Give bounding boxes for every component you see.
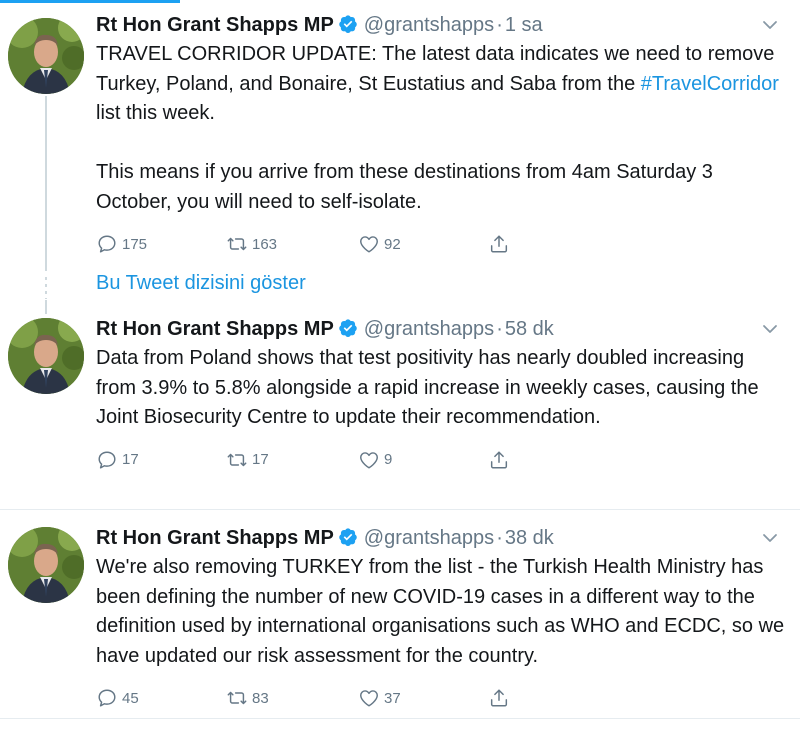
tweet-text: We're also removing TURKEY from the list…	[96, 556, 790, 667]
author-handle[interactable]: @grantshapps	[364, 14, 494, 36]
active-tab-indicator	[0, 0, 180, 3]
like-button[interactable]: 37	[358, 683, 401, 713]
reply-count: 175	[122, 235, 148, 253]
share-button[interactable]	[488, 683, 514, 713]
verified-badge-icon	[338, 318, 358, 338]
reply-icon	[96, 449, 118, 471]
like-count: 37	[384, 689, 401, 707]
reply-count: 17	[122, 451, 139, 468]
tweet-actions: 17 17 9	[96, 445, 786, 475]
chevron-down-icon[interactable]	[760, 10, 780, 40]
tweet-divider	[0, 718, 800, 719]
chevron-down-icon[interactable]	[760, 523, 780, 553]
separator-dot: ·	[496, 14, 503, 36]
author-name[interactable]: Rt Hon Grant Shapps MP	[96, 318, 334, 340]
verified-badge-icon	[338, 527, 358, 547]
tweet-text: Data from Poland shows that test positiv…	[96, 347, 765, 428]
retweet-count: 83	[252, 689, 269, 707]
tweet-actions: 175 163 92	[96, 229, 786, 259]
heart-icon	[358, 687, 380, 709]
retweet-button[interactable]: 17	[226, 445, 269, 475]
author-handle[interactable]: @grantshapps	[364, 527, 494, 549]
share-icon	[488, 449, 510, 471]
reply-count: 45	[122, 689, 139, 707]
retweet-icon	[226, 233, 248, 255]
tweet-header: Rt Hon Grant Shapps MP @grantshapps · 38 dk	[96, 523, 786, 553]
reply-button[interactable]: 175	[96, 229, 147, 259]
retweet-count: 17	[252, 451, 269, 468]
like-button[interactable]: 9	[358, 445, 392, 475]
reply-button[interactable]: 17	[96, 445, 139, 475]
share-button[interactable]	[488, 229, 514, 259]
profile-photo	[8, 318, 84, 394]
thread-connector-line	[45, 96, 47, 271]
like-count: 92	[384, 235, 401, 253]
reply-icon	[96, 687, 118, 709]
reply-button[interactable]: 45	[96, 683, 139, 713]
separator-dot: ·	[496, 318, 503, 340]
timestamp[interactable]: 1 sa	[505, 14, 543, 36]
separator-dot: ·	[496, 527, 503, 549]
retweet-icon	[226, 687, 248, 709]
tweet-header: Rt Hon Grant Shapps MP @grantshapps · 58 dk	[96, 314, 786, 344]
thread-gap-indicator	[45, 277, 47, 299]
verified-badge-icon	[338, 14, 358, 34]
hashtag-link[interactable]: #TravelCorridor	[641, 73, 779, 95]
timestamp[interactable]: 38 dk	[505, 527, 554, 549]
author-name[interactable]: Rt Hon Grant Shapps MP	[96, 14, 334, 36]
avatar[interactable]	[8, 527, 84, 603]
retweet-icon	[226, 449, 248, 471]
show-thread-link[interactable]: Bu Tweet dizisini göster	[96, 268, 306, 298]
chevron-down-icon[interactable]	[760, 314, 780, 344]
retweet-button[interactable]: 83	[226, 683, 269, 713]
share-icon	[488, 687, 510, 709]
avatar[interactable]	[8, 18, 84, 94]
tweet-divider	[0, 509, 800, 510]
tweet-text: TRAVEL CORRIDOR UPDATE: The latest data …	[96, 40, 786, 217]
reply-icon	[96, 233, 118, 255]
share-icon	[488, 233, 510, 255]
like-count: 9	[384, 451, 393, 468]
tweet-header: Rt Hon Grant Shapps MP @grantshapps · 1 sa	[96, 10, 786, 40]
retweet-count: 163	[252, 235, 278, 253]
profile-photo	[8, 527, 84, 603]
share-button[interactable]	[488, 445, 514, 475]
heart-icon	[358, 449, 380, 471]
timestamp[interactable]: 58 dk	[505, 318, 554, 340]
heart-icon	[358, 233, 380, 255]
thread-connector-line	[45, 300, 47, 314]
author-handle[interactable]: @grantshapps	[364, 318, 494, 340]
tweet-actions: 45 83 37	[96, 683, 786, 713]
retweet-button[interactable]: 163	[226, 229, 277, 259]
author-name[interactable]: Rt Hon Grant Shapps MP	[96, 527, 334, 549]
like-button[interactable]: 92	[358, 229, 401, 259]
profile-photo	[8, 18, 84, 94]
avatar[interactable]	[8, 318, 84, 394]
